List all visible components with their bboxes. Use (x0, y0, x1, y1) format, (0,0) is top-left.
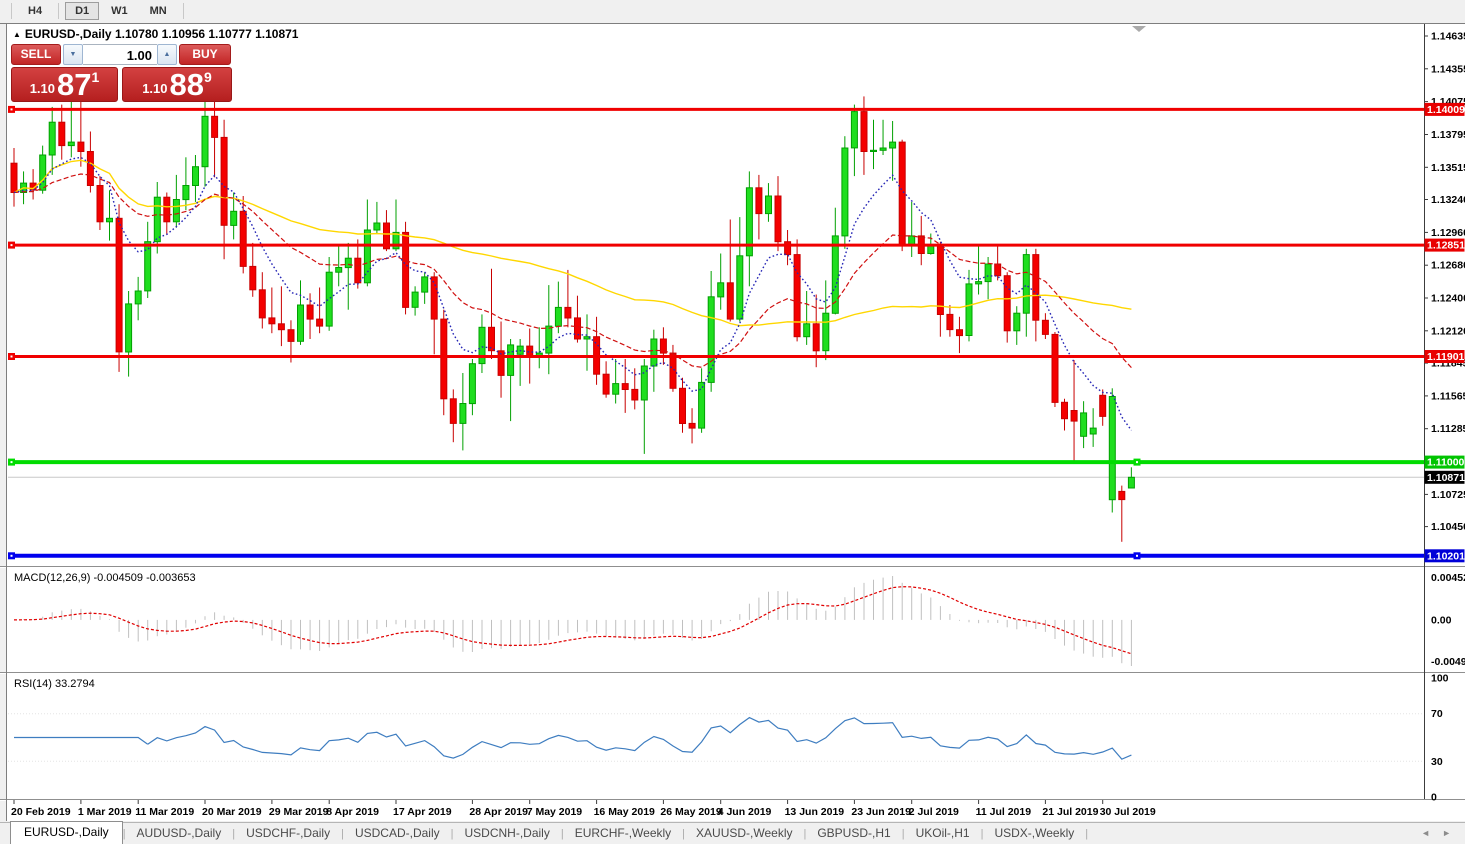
toolbar-separator (183, 3, 184, 19)
chart-canvas: 1.146351.143551.140751.137951.135151.132… (0, 0, 1465, 822)
macd-indicator-label: MACD(12,26,9) -0.004509 -0.003653 (14, 572, 196, 584)
chart-tab-bar: EURUSD-,Daily|AUDUSD-,Daily|USDCHF-,Dail… (0, 822, 1465, 844)
svg-text:30 Jul 2019: 30 Jul 2019 (1100, 806, 1156, 818)
svg-text:17 Apr 2019: 17 Apr 2019 (393, 806, 452, 818)
svg-text:1.10871: 1.10871 (1427, 472, 1465, 484)
svg-text:20 Feb 2019: 20 Feb 2019 (11, 806, 71, 818)
svg-text:20 Mar 2019: 20 Mar 2019 (202, 806, 262, 818)
svg-text:1.12400: 1.12400 (1431, 293, 1465, 305)
tab-scroll-right-icon[interactable]: ► (1436, 828, 1457, 838)
svg-text:1.10201: 1.10201 (1427, 550, 1465, 562)
svg-text:1.11285: 1.11285 (1431, 423, 1465, 435)
timeframe-button-mn[interactable]: MN (140, 2, 177, 20)
level-price-label: 1.11000 (1425, 456, 1465, 469)
tab-scroll-controls: ◄ ► (1415, 822, 1465, 844)
timeframe-button-d1[interactable]: D1 (65, 2, 99, 20)
svg-text:26 May 2019: 26 May 2019 (660, 806, 721, 818)
svg-text:30: 30 (1431, 756, 1443, 768)
svg-text:-0.00494: -0.00494 (1431, 656, 1465, 668)
volume-input[interactable]: 1.00 (83, 44, 157, 65)
chart-tab-3[interactable]: USDCAD-,Daily (344, 823, 451, 844)
volume-increase-button[interactable]: ▲ (157, 44, 177, 65)
svg-text:2 Jul 2019: 2 Jul 2019 (909, 806, 959, 818)
svg-text:1.12120: 1.12120 (1431, 325, 1465, 337)
chart-tab-7[interactable]: GBPUSD-,H1 (806, 823, 901, 844)
chart-tab-5[interactable]: EURCHF-,Weekly (564, 823, 682, 844)
sell-price-button[interactable]: 1.10 87 1 (11, 67, 118, 102)
one-click-trading-panel: SELL ▼ 1.00 ▲ BUY 1.10 87 1 1.10 88 9 (11, 44, 232, 102)
svg-text:1.14635: 1.14635 (1431, 31, 1465, 43)
svg-text:0: 0 (1431, 792, 1437, 804)
svg-text:11 Jul 2019: 11 Jul 2019 (976, 806, 1032, 818)
svg-text:1.14355: 1.14355 (1431, 63, 1465, 75)
collapse-arrow-icon[interactable]: ▲ (13, 30, 21, 39)
chart-tab-4[interactable]: USDCNH-,Daily (454, 823, 561, 844)
chart-tab-0[interactable]: EURUSD-,Daily (10, 821, 123, 844)
buy-price-pipette: 9 (204, 69, 212, 85)
svg-text:1.12851: 1.12851 (1427, 240, 1465, 252)
svg-text:1.14009: 1.14009 (1427, 104, 1465, 116)
current-price-label: 1.10871 (1425, 471, 1465, 484)
chart-title: ▲ EURUSD-,Daily 1.10780 1.10956 1.10777 1… (13, 27, 298, 41)
chart-window-border (6, 23, 7, 821)
svg-text:21 Jul 2019: 21 Jul 2019 (1042, 806, 1098, 818)
svg-text:4 Jun 2019: 4 Jun 2019 (718, 806, 772, 818)
svg-text:1.11901: 1.11901 (1427, 351, 1465, 363)
svg-text:28 Apr 2019: 28 Apr 2019 (469, 806, 528, 818)
level-price-label: 1.14009 (1425, 103, 1465, 116)
level-price-label: 1.12851 (1425, 239, 1465, 252)
buy-price-digits: 88 (170, 70, 204, 99)
svg-text:8 Apr 2019: 8 Apr 2019 (326, 806, 379, 818)
rsi-indicator-label: RSI(14) 33.2794 (14, 678, 95, 690)
timeframe-button-w1[interactable]: W1 (101, 2, 138, 20)
chart-window-border (0, 23, 1465, 24)
volume-decrease-button[interactable]: ▼ (63, 44, 83, 65)
buy-button[interactable]: BUY (179, 44, 231, 65)
buy-price-prefix: 1.10 (142, 81, 167, 96)
chart-tab-2[interactable]: USDCHF-,Daily (235, 823, 341, 844)
sell-price-digits: 87 (57, 70, 91, 99)
level-price-label: 1.11901 (1425, 350, 1465, 363)
toolbar-separator (58, 3, 59, 19)
svg-text:1.13795: 1.13795 (1431, 129, 1465, 141)
ohlc-readout: 1.10780 1.10956 1.10777 1.10871 (115, 27, 299, 41)
svg-text:29 Mar 2019: 29 Mar 2019 (269, 806, 329, 818)
symbol-period-label: EURUSD-,Daily (25, 27, 112, 41)
svg-text:1.13240: 1.13240 (1431, 194, 1465, 206)
svg-text:1 Mar 2019: 1 Mar 2019 (78, 806, 132, 818)
svg-text:16 May 2019: 16 May 2019 (594, 806, 655, 818)
svg-text:70: 70 (1431, 708, 1443, 720)
toolbar-separator (11, 3, 12, 19)
sell-price-pipette: 1 (92, 69, 100, 85)
svg-text:23 Jun 2019: 23 Jun 2019 (851, 806, 911, 818)
svg-text:1.12680: 1.12680 (1431, 260, 1465, 272)
svg-text:100: 100 (1431, 673, 1449, 685)
svg-text:11 Mar 2019: 11 Mar 2019 (135, 806, 194, 818)
svg-text:7 May 2019: 7 May 2019 (527, 806, 583, 818)
svg-text:1.10450: 1.10450 (1431, 521, 1465, 533)
svg-text:1.10725: 1.10725 (1431, 489, 1465, 501)
chart-tab-1[interactable]: AUDUSD-,Daily (126, 823, 233, 844)
svg-text:13 Jun 2019: 13 Jun 2019 (785, 806, 845, 818)
tab-separator: | (1085, 828, 1088, 844)
svg-text:1.11000: 1.11000 (1427, 457, 1465, 469)
chart-tab-9[interactable]: USDX-,Weekly (983, 823, 1085, 844)
sell-button[interactable]: SELL (11, 44, 61, 65)
chart-tab-6[interactable]: XAUUSD-,Weekly (685, 823, 803, 844)
level-price-label: 1.10201 (1425, 549, 1465, 562)
svg-text:0.004524: 0.004524 (1431, 572, 1465, 584)
svg-text:1.12960: 1.12960 (1431, 227, 1465, 239)
sell-price-prefix: 1.10 (30, 81, 55, 96)
mt4-window: H4D1W1MN 1.146351.143551.140751.137951.1… (0, 0, 1465, 844)
timeframe-button-h4[interactable]: H4 (18, 2, 52, 20)
timeframe-toolbar: H4 D1W1MN (0, 0, 1465, 22)
svg-text:1.11565: 1.11565 (1431, 390, 1465, 402)
tab-scroll-left-icon[interactable]: ◄ (1415, 828, 1436, 838)
svg-text:1.13515: 1.13515 (1431, 162, 1465, 174)
svg-text:0.00: 0.00 (1431, 614, 1452, 626)
chart-tab-8[interactable]: UKOil-,H1 (905, 823, 981, 844)
buy-price-button[interactable]: 1.10 88 9 (122, 67, 232, 102)
